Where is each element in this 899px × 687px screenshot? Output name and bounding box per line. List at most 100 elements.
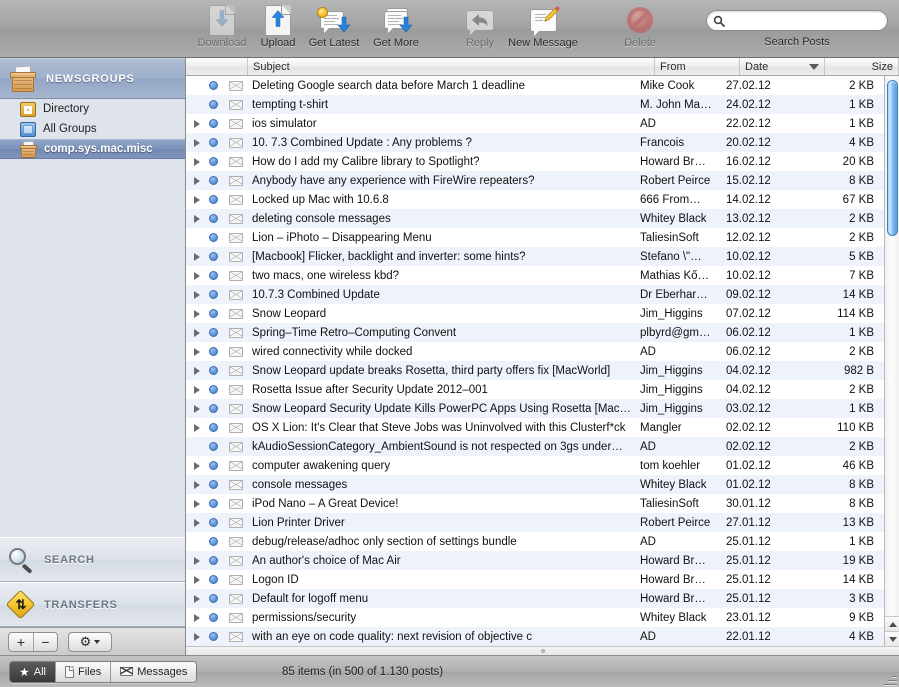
disclosure-triangle[interactable] [186, 196, 202, 204]
remove-button[interactable]: − [33, 633, 57, 651]
envelope-icon [229, 423, 243, 433]
disclosure-triangle[interactable] [186, 595, 202, 603]
disclosure-triangle[interactable] [186, 367, 202, 375]
download-icon [209, 4, 235, 36]
scroll-up-button[interactable] [885, 616, 899, 631]
pane-resize-handle[interactable] [186, 646, 899, 655]
table-row[interactable]: Rosetta Issue after Security Update 2012… [186, 380, 884, 399]
table-row[interactable]: An author's choice of Mac AirHoward Br…2… [186, 551, 884, 570]
table-row[interactable]: Snow Leopard update breaks Rosetta, thir… [186, 361, 884, 380]
scroll-down-button[interactable] [885, 631, 899, 646]
column-header-from[interactable]: From [655, 58, 740, 75]
table-row[interactable]: tempting t-shirtM. John Ma…24.02.121 KB [186, 95, 884, 114]
column-header-size[interactable]: Size [825, 58, 899, 75]
table-row[interactable]: with an eye on code quality: next revisi… [186, 627, 884, 646]
disclosure-triangle[interactable] [186, 557, 202, 565]
disclosure-triangle[interactable] [186, 500, 202, 508]
table-row[interactable]: [Macbook] Flicker, backlight and inverte… [186, 247, 884, 266]
action-menu-button[interactable]: ⚙ [68, 632, 112, 652]
table-row[interactable]: kAudioSessionCategory_AmbientSound is no… [186, 437, 884, 456]
table-row[interactable]: Deleting Google search data before March… [186, 76, 884, 95]
sidebar-item-comp-sys-mac-misc[interactable]: comp.sys.mac.misc [0, 139, 185, 159]
toolbar-get-more-button[interactable]: Get More [364, 4, 428, 54]
filter-messages-button[interactable]: Messages [110, 662, 196, 682]
unread-status-cell [202, 613, 224, 622]
table-row[interactable]: console messagesWhitey Black01.02.128 KB [186, 475, 884, 494]
disclosure-triangle[interactable] [186, 614, 202, 622]
table-row[interactable]: Logon IDHoward Br…25.01.1214 KB [186, 570, 884, 589]
add-button[interactable]: + [9, 633, 33, 651]
table-row[interactable]: 10. 7.3 Combined Update : Any problems ?… [186, 133, 884, 152]
disclosure-triangle[interactable] [186, 215, 202, 223]
filter-files-button[interactable]: Files [55, 662, 110, 682]
table-row[interactable]: Locked up Mac with 10.6.8666 From…14.02.… [186, 190, 884, 209]
table-row[interactable]: Lion – iPhoto – Disappearing MenuTaliesi… [186, 228, 884, 247]
disclosure-triangle[interactable] [186, 329, 202, 337]
table-row[interactable]: Spring–Time Retro–Computing Conventplbyr… [186, 323, 884, 342]
sidebar-list: Directory All Groups comp.sys.mac.misc [0, 99, 185, 159]
table-row[interactable]: Snow Leopard Security Update Kills Power… [186, 399, 884, 418]
cell-size: 2 KB [810, 213, 884, 225]
disclosure-triangle[interactable] [186, 519, 202, 527]
filter-all-button[interactable]: ★ All [10, 662, 55, 682]
table-row[interactable]: permissions/securityWhitey Black23.01.12… [186, 608, 884, 627]
disclosure-triangle[interactable] [186, 177, 202, 185]
table-row[interactable]: iPod Nano – A Great Device!TaliesinSoft3… [186, 494, 884, 513]
table-row[interactable]: deleting console messagesWhitey Black13.… [186, 209, 884, 228]
window-resize-grip[interactable] [884, 672, 897, 685]
toolbar-download-button[interactable]: Download [190, 4, 254, 54]
unread-status-cell [202, 309, 224, 318]
toolbar-new-message-button[interactable]: New Message [500, 4, 586, 54]
disclosure-triangle[interactable] [186, 424, 202, 432]
unread-dot-icon [209, 594, 218, 603]
unread-status-cell [202, 252, 224, 261]
toolbar-get-latest-button[interactable]: Get Latest [302, 4, 366, 54]
sidebar-section-transfers[interactable]: ⇅ TRANSFERS [0, 582, 185, 627]
all-groups-icon [20, 122, 36, 137]
table-row[interactable]: How do I add my Calibre library to Spotl… [186, 152, 884, 171]
column-header-subject[interactable]: Subject [248, 58, 655, 75]
disclosure-triangle[interactable] [186, 386, 202, 394]
table-row[interactable]: computer awakening querytom koehler01.02… [186, 456, 884, 475]
disclosure-triangle[interactable] [186, 348, 202, 356]
toolbar-delete-button[interactable]: Delete [608, 4, 672, 54]
table-row[interactable]: ios simulatorAD22.02.121 KB [186, 114, 884, 133]
disclosure-triangle[interactable] [186, 120, 202, 128]
sidebar-item-all-groups[interactable]: All Groups [0, 119, 185, 139]
table-row[interactable]: Anybody have any experience with FireWir… [186, 171, 884, 190]
disclosure-triangle[interactable] [186, 576, 202, 584]
disclosure-triangle[interactable] [186, 291, 202, 299]
scrollbar-thumb[interactable] [887, 80, 898, 236]
toolbar-upload-button[interactable]: Upload [246, 4, 310, 54]
table-row[interactable]: 10.7.3 Combined UpdateDr Eberhar…09.02.1… [186, 285, 884, 304]
disclosure-triangle[interactable] [186, 481, 202, 489]
sidebar-item-directory[interactable]: Directory [0, 99, 185, 119]
disclosure-triangle[interactable] [186, 158, 202, 166]
table-row[interactable]: Lion Printer DriverRobert Peirce27.01.12… [186, 513, 884, 532]
arrow-down-glyph [337, 16, 351, 33]
envelope-icon [229, 480, 243, 490]
table-row[interactable]: Snow LeopardJim_Higgins07.02.12114 KB [186, 304, 884, 323]
disclosure-triangle[interactable] [186, 633, 202, 641]
table-row[interactable]: two macs, one wireless kbd?Mathias Kő…10… [186, 266, 884, 285]
sidebar-header-newsgroups[interactable]: NEWSGROUPS [0, 58, 185, 99]
table-row[interactable]: wired connectivity while dockedAD06.02.1… [186, 342, 884, 361]
disclosure-triangle[interactable] [186, 310, 202, 318]
search-input[interactable] [725, 15, 887, 27]
magnifier-icon [8, 547, 34, 573]
search-field[interactable] [706, 10, 888, 31]
unread-dot-icon [209, 309, 218, 318]
disclosure-triangle[interactable] [186, 139, 202, 147]
disclosure-triangle[interactable] [186, 405, 202, 413]
toolbar-delete-label: Delete [624, 37, 656, 49]
disclosure-triangle[interactable] [186, 272, 202, 280]
disclosure-triangle[interactable] [186, 253, 202, 261]
vertical-scrollbar[interactable] [884, 76, 899, 646]
cell-size: 20 KB [810, 156, 884, 168]
table-row[interactable]: debug/release/adhoc only section of sett… [186, 532, 884, 551]
column-header-date[interactable]: Date [740, 58, 825, 75]
table-row[interactable]: Default for logoff menuHoward Br…25.01.1… [186, 589, 884, 608]
table-row[interactable]: OS X Lion: It's Clear that Steve Jobs wa… [186, 418, 884, 437]
sidebar-section-search[interactable]: SEARCH [0, 537, 185, 582]
disclosure-triangle[interactable] [186, 462, 202, 470]
